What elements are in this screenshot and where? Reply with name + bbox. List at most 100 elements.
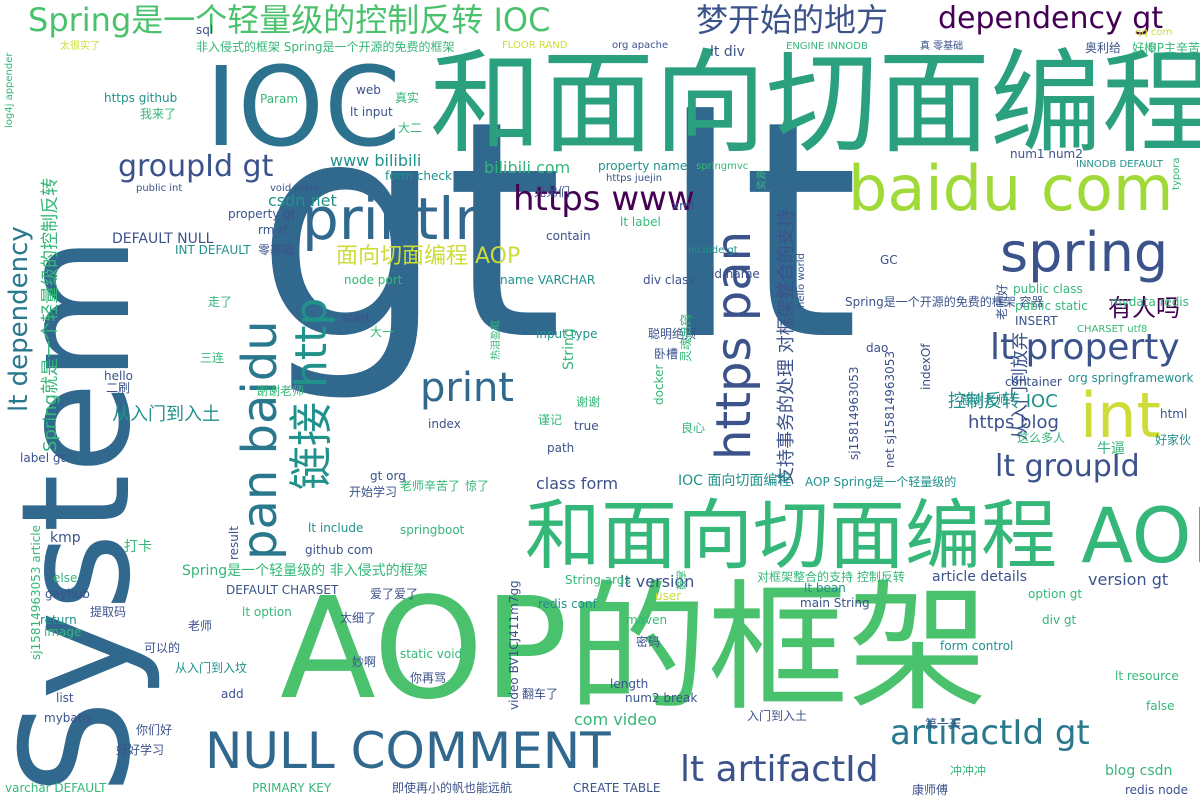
word-primary-key: PRIMARY KEY [252,781,332,795]
word-triple: 三连 [200,351,225,365]
word-tearful: 热泪盈眶 [491,320,502,360]
word-check-in: 打卡 [124,539,152,555]
word-dream-start: 梦开始的地方 [696,1,889,39]
word-grateful-teacher: 感谢老师 [960,393,1009,407]
word-start-learning: 开始学习 [349,485,398,499]
word-create-table: CREATE TABLE [573,781,661,795]
word-cloud: gt lt System AOP的框架 IOC 和面向切面编程 和面向切面编程 … [0,0,1200,800]
word-mydata-redis: mydata redis [1110,295,1189,309]
word-qq-com: qq com [1135,27,1173,38]
word-false: false [1146,699,1175,713]
word-div-class: div class [643,273,695,287]
word-noninvasive-opensource: 非入侵式的框架 Spring是一个开源的免费的框架 [196,40,455,54]
word-im-here: 我来了 [140,107,177,121]
word-net-sj: net sj15814963053 [883,350,897,468]
word-so-detailed: 太细了 [340,611,377,625]
word-main-string: main String [800,596,870,610]
word-entry-to-grave: 入门到入土 [747,709,808,723]
word-image: image [44,625,82,639]
word-print: print [420,365,514,411]
word-article-details: article details [932,569,1028,585]
word-property-gt: property gt [228,207,296,221]
word-charset-utf8: CHARSET utf8 [1077,324,1148,335]
word-log4j-appender: log4j appender [4,52,15,129]
word-varchar-default: varchar DEFAULT [5,781,107,795]
word-charge: 冲冲冲 [950,764,987,778]
word-length: length [610,677,649,691]
word-springmvc: springmvc [696,161,749,172]
word-docker: docker [652,364,666,405]
word-wow: 卧槽 [654,347,679,361]
word-day-one: 第一天 [925,717,962,731]
word-sophomore: 大二 [398,121,423,135]
word-conscience: 良心 [681,421,706,435]
word-zero-basis-real: 真 零基础 [920,41,964,52]
word-hello-everyone: 你们好 [136,723,173,737]
word-aspect-aop: 和面向切面编程 AOP [525,491,1200,580]
word-start: start [342,311,370,325]
word-sj-article: sj15814963053 article [29,524,43,660]
word-name-varchar: name VARCHAR [500,273,596,287]
word-lt-div: lt div [710,44,745,60]
word-master-kang: 康师傅 [912,783,949,797]
word-spring-lightweight-ioc: Spring是一个轻量级的控制反转 IOC [28,1,551,39]
word-org-springframework: org springframework [1068,371,1194,385]
word-springboot: springboot [400,523,465,537]
word-say-again: 你再骂 [410,671,447,685]
word-void-main: void main [270,183,320,194]
word-floor-rand: FLOOR RAND [502,40,568,51]
word-public-static: public static [1015,299,1088,313]
word-sj-number: sj15814963053 [847,366,861,460]
word-https-pan: https pan [706,230,762,460]
word-good-guy: 好家伙 [1155,433,1192,447]
word-param: Param [260,92,299,106]
word-up-thanks: UP主辛苦 [1148,41,1200,55]
word-spring-noninvasive: Spring是一个轻量级的 非入侵式的框架 [182,563,428,579]
word-version-gt: version gt [1088,570,1169,589]
word-redis-node: redis node [1125,783,1189,797]
word-num2-break: num2 break [625,691,698,705]
word-lt-dependency: lt dependency [4,226,34,412]
word-public-int: public int [136,183,183,194]
word-string: String [561,328,577,370]
word-lt-option: lt option [242,605,292,619]
word-www-bilibili: www bilibili [330,151,422,170]
word-spring-is-lightweight: Spring就是一个轻量级的控制反转 [40,177,61,452]
word-github-com: github com [305,543,373,557]
word-aspect-aop-small: 面向切面编程 AOP [336,244,521,269]
word-real: 真实 [395,91,420,105]
word-id-name: id name [711,267,760,281]
word-mybatis: mybatis [44,711,93,725]
word-crashed: 翻车了 [522,687,559,701]
word-gc: GC [880,253,898,267]
word-typora: typora [1171,157,1182,190]
word-olige: 奥利给 [1085,41,1122,55]
word-second-watch: 二刷 [106,381,131,395]
word-freshman: 大一 [370,325,395,339]
word-study-hard: 好好学习 [116,743,165,757]
word-indexof: indexOf [919,343,933,391]
word-xml: xml [672,199,695,213]
word-path: path [547,441,575,455]
word-teacher-hard-work: 老师辛苦了 [400,479,461,493]
word-class-form: class form [536,474,619,493]
word-https-juejin: https juejin [606,173,663,184]
word-form-control: form control [940,639,1014,653]
word-hello: hello [104,369,133,383]
word-spring: spring [1000,221,1169,284]
word-ioc-aspect: IOC 面向切面编程 [678,473,792,489]
word-add: add [221,687,244,701]
word-resources: 资源 [757,170,768,190]
word-brothers: 兄弟们 [534,185,571,199]
word-so-many-people: 这么多人 [1017,431,1066,445]
word-love-it: 爱了爱了 [370,587,419,601]
word-index: index [428,417,461,431]
word-com-video: com video [574,710,657,729]
word-container: container [1005,375,1062,389]
word-include-gt: include gt [688,245,738,256]
word-thanks: 谢谢 [576,395,601,409]
word-num1-num2: num1 num2 [1010,147,1083,161]
word-transaction-support: 支持事务的处理 对框架整合的支持 [776,209,797,485]
word-engine-innodb: ENGINE INNODB [786,41,868,52]
word-zero-basis: 零基础 [258,243,295,257]
